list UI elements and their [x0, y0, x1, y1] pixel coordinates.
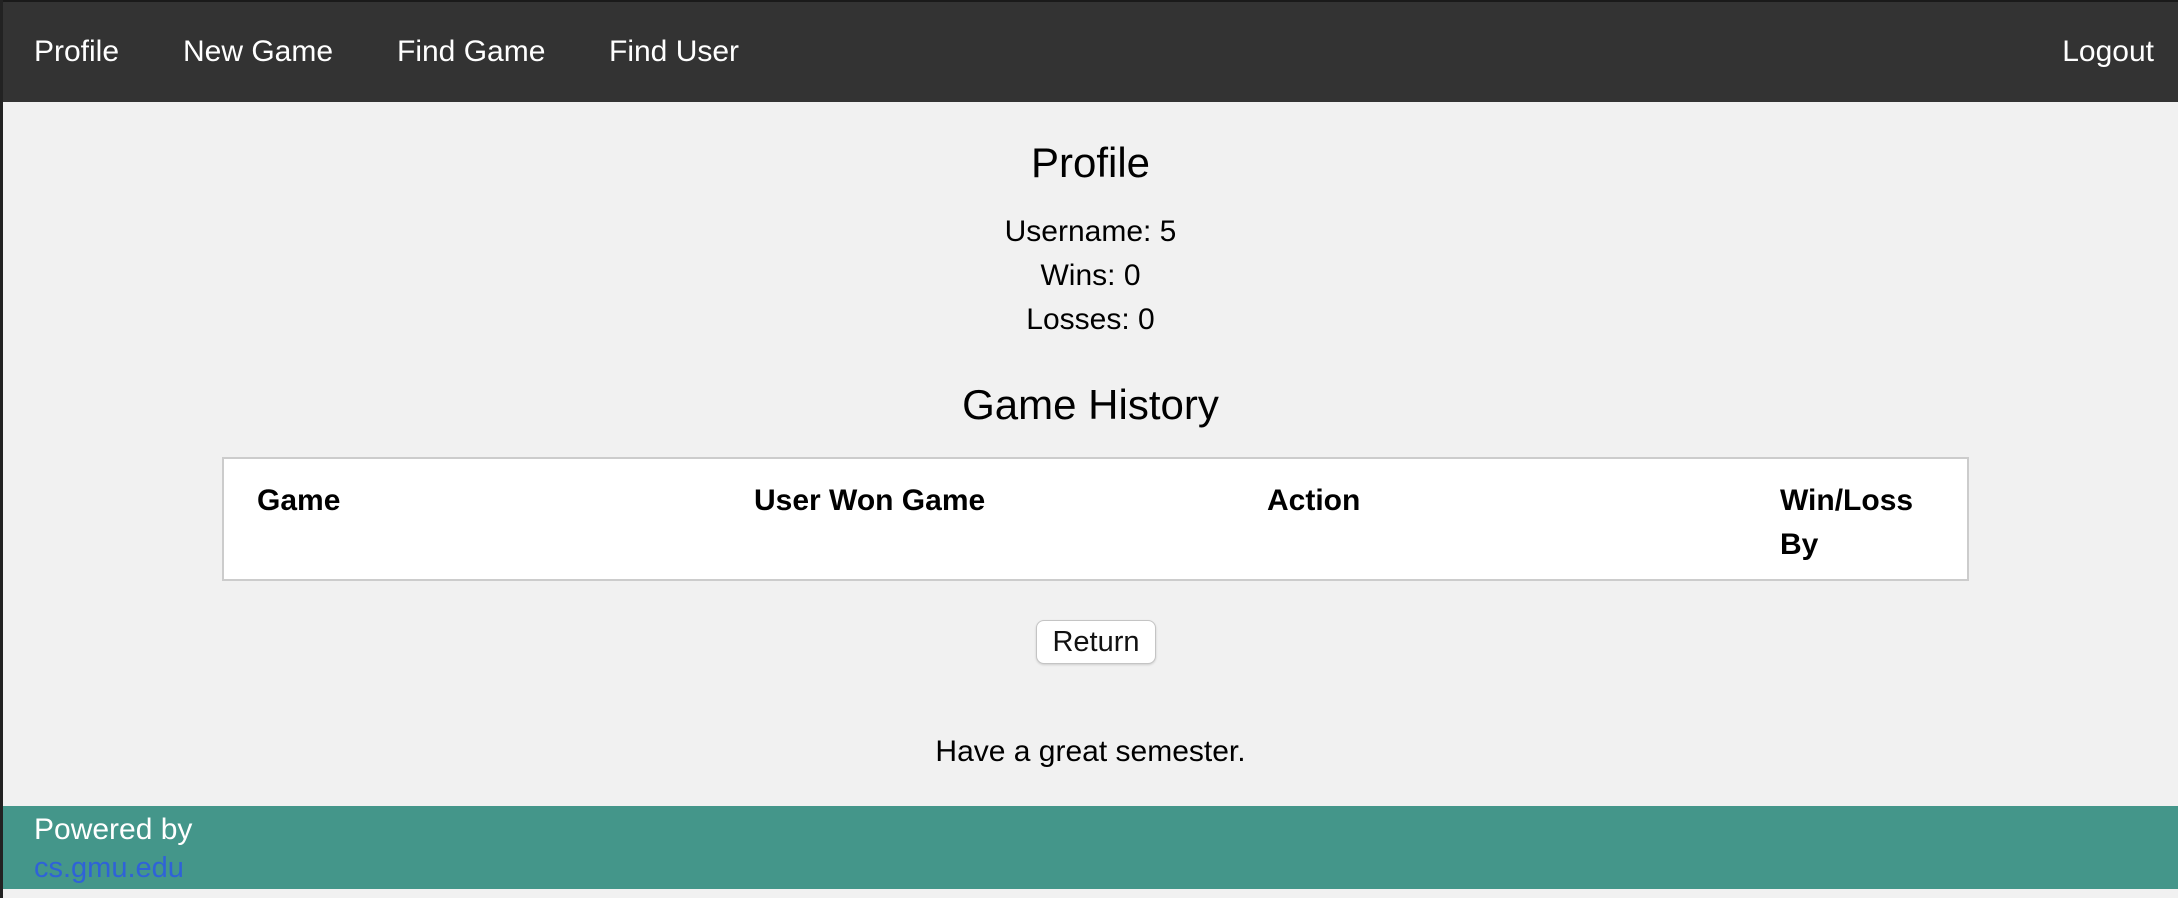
- losses-text: Losses: 0: [1026, 303, 1155, 336]
- game-history-title: Game History: [962, 381, 1219, 428]
- column-header-action: Action: [1267, 484, 1361, 517]
- powered-by-text: Powered by: [34, 813, 193, 846]
- main-content: Profile Username: 5 Wins: 0 Losses: 0 Ga…: [3, 102, 2178, 806]
- wins-text: Wins: 0: [1040, 259, 1141, 292]
- username-text: Username: 5: [1004, 215, 1177, 248]
- page-title: Profile: [1030, 139, 1151, 186]
- nav-find-game-link[interactable]: Find Game: [397, 34, 545, 70]
- column-header-game: Game: [257, 484, 341, 517]
- game-history-table: Game User Won Game Action Win/Loss By: [222, 457, 1969, 581]
- return-button[interactable]: Return: [1036, 620, 1156, 664]
- column-header-user-won-game: User Won Game: [754, 484, 986, 517]
- nav-profile-link[interactable]: Profile: [34, 34, 119, 70]
- cs-gmu-edu-link[interactable]: cs.gmu.edu: [34, 850, 184, 886]
- closing-message: Have a great semester.: [935, 735, 1246, 768]
- top-navbar: Profile New Game Find Game Find User Log…: [3, 0, 2178, 102]
- footer: Powered by cs.gmu.edu: [3, 806, 2178, 889]
- nav-new-game-link[interactable]: New Game: [183, 34, 333, 70]
- nav-logout-link[interactable]: Logout: [2062, 34, 2154, 70]
- page-frame: Profile New Game Find Game Find User Log…: [0, 0, 2178, 898]
- nav-find-user-link[interactable]: Find User: [609, 34, 739, 70]
- column-header-win-loss-by: Win/Loss By: [1780, 484, 1914, 561]
